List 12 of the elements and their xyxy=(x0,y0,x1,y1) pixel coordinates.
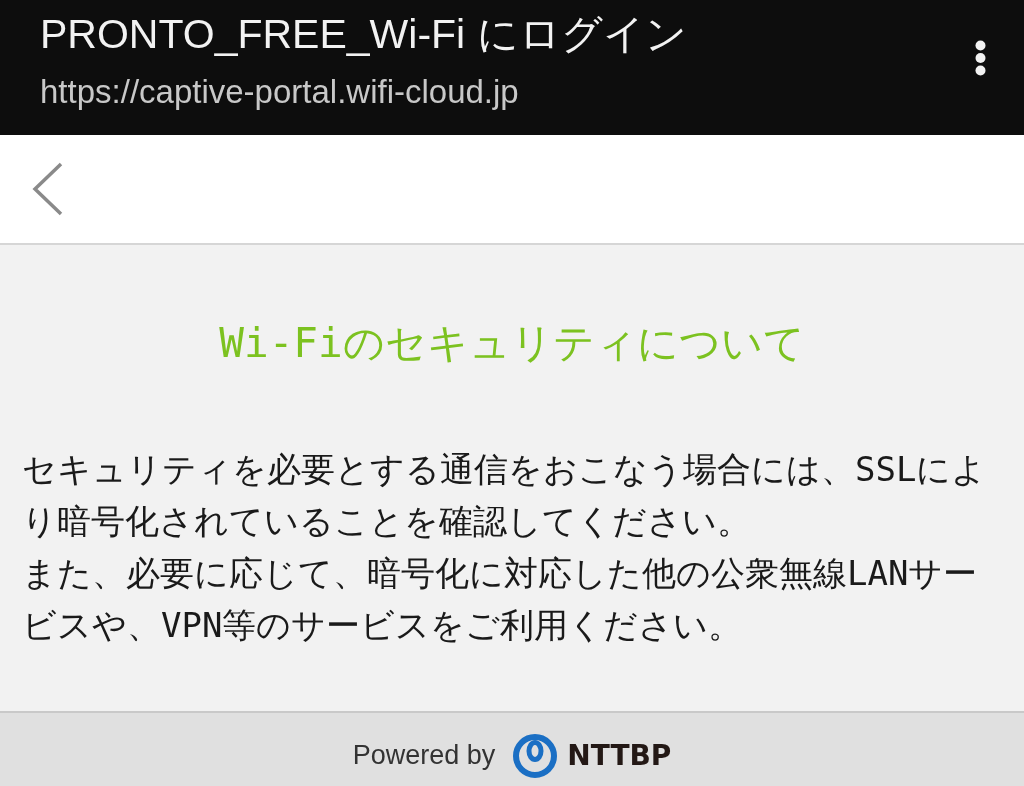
powered-by-text: Powered by xyxy=(352,740,496,771)
section-heading: Wi-Fiのセキュリティについて xyxy=(218,318,806,369)
body-paragraph: また、必要に応じて、暗号化に対応した他の公衆無線LANサービスや、VPN等のサービスをご利用ください。 xyxy=(22,552,979,647)
more-options-button[interactable] xyxy=(975,40,986,76)
page-url: https://captive-portal.wifi-cloud.jp xyxy=(40,72,520,112)
more-options-icon xyxy=(975,40,986,76)
logo-text: NTTBP xyxy=(567,739,672,772)
page-title: PRONTO_FREE_Wi-Fi にログイン xyxy=(40,10,687,59)
back-button[interactable] xyxy=(32,162,64,216)
body-paragraph: セキュリティを必要とする通信をおこなう場合には、SSLにより暗号化されていることを確認してください。 xyxy=(22,448,988,543)
back-chevron-icon xyxy=(32,162,64,216)
ring-logo-icon xyxy=(513,733,558,778)
